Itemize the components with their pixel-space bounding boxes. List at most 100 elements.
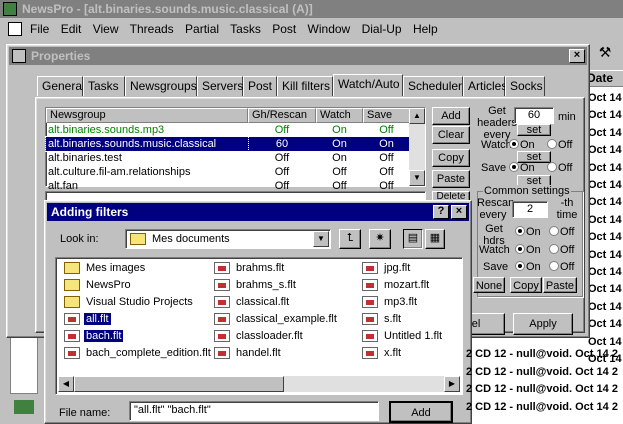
- file-item[interactable]: classical_example.flt: [214, 311, 339, 327]
- col-newsgroup[interactable]: Newsgroup: [46, 108, 248, 123]
- filename-input[interactable]: "all.flt" "bach.flt": [129, 401, 379, 421]
- article-date[interactable]: Oct 14 2: [588, 214, 623, 226]
- article-row[interactable]: 2 CD 12 - null@void. Oct 14 2: [466, 381, 618, 397]
- file-item[interactable]: mp3.flt: [362, 294, 419, 310]
- copy-button[interactable]: Copy: [432, 149, 470, 167]
- article-date[interactable]: Oct 14 2: [588, 283, 623, 295]
- new-folder-icon[interactable]: ✷: [369, 229, 391, 249]
- list-view-icon[interactable]: ▤: [403, 229, 423, 249]
- file-item[interactable]: Visual Studio Projects: [64, 294, 195, 310]
- watch-off[interactable]: Off: [547, 139, 572, 151]
- apply-button[interactable]: Apply: [513, 313, 573, 335]
- file-item[interactable]: Untitled 1.flt: [362, 328, 444, 344]
- tools-icon[interactable]: ⚒: [596, 44, 614, 62]
- csave-on-radio[interactable]: [515, 261, 525, 271]
- file-item[interactable]: brahms.flt: [214, 260, 286, 276]
- file-item[interactable]: jpg.flt: [362, 260, 412, 276]
- save-on[interactable]: On: [509, 162, 535, 174]
- article-date[interactable]: Oct 14 2: [588, 144, 623, 156]
- menu-dialup[interactable]: Dial-Up: [362, 22, 402, 36]
- scroll-up-icon[interactable]: ▲: [409, 108, 425, 124]
- hdrs-on-radio[interactable]: [515, 226, 525, 236]
- add-button[interactable]: Add: [432, 107, 470, 125]
- up-folder-icon[interactable]: ⮤: [339, 229, 361, 249]
- watch-on[interactable]: On: [509, 139, 535, 151]
- paste2-button[interactable]: Paste: [543, 277, 577, 293]
- get-headers-input[interactable]: 60: [514, 107, 554, 124]
- file-item[interactable]: mozart.flt: [362, 277, 431, 293]
- tab-tasks[interactable]: Tasks: [83, 76, 125, 96]
- cwatch-off-radio[interactable]: [549, 244, 559, 254]
- menu-edit[interactable]: Edit: [61, 22, 82, 36]
- cwatch-on[interactable]: On: [515, 244, 541, 256]
- file-item[interactable]: bach.flt: [64, 328, 125, 344]
- cwatch-off[interactable]: Off: [549, 244, 574, 256]
- hdrs-on[interactable]: On: [515, 226, 541, 238]
- save-off-radio[interactable]: [547, 162, 557, 172]
- hdrs-off[interactable]: Off: [549, 226, 574, 238]
- article-date[interactable]: Oct 14 2: [588, 92, 623, 104]
- save-on-radio[interactable]: [509, 162, 519, 172]
- help-icon[interactable]: ?: [433, 205, 449, 219]
- article-date[interactable]: Oct 14 2: [588, 266, 623, 278]
- tab-general[interactable]: General: [37, 76, 85, 96]
- tab-newsgroups[interactable]: Newsgroups: [125, 76, 197, 96]
- menu-tasks[interactable]: Tasks: [230, 22, 261, 36]
- article-date[interactable]: Oct 14 2: [588, 301, 623, 313]
- menu-file[interactable]: File: [30, 22, 49, 36]
- csave-off-radio[interactable]: [549, 261, 559, 271]
- newsgroup-row[interactable]: alt.binaries.sounds.mp3 Off On Off: [46, 123, 410, 137]
- article-date[interactable]: Oct 14 2: [588, 179, 623, 191]
- menu-threads[interactable]: Threads: [130, 22, 174, 36]
- article-date[interactable]: Oct 14 2: [588, 318, 623, 330]
- scroll-down-icon[interactable]: ▼: [409, 170, 425, 186]
- hdrs-off-radio[interactable]: [549, 226, 559, 236]
- article-date[interactable]: Oct 14 2: [588, 162, 623, 174]
- file-item[interactable]: Mes images: [64, 260, 147, 276]
- scroll-right-icon[interactable]: ▶: [444, 376, 460, 392]
- watch-on-radio[interactable]: [509, 139, 519, 149]
- file-item[interactable]: brahms_s.flt: [214, 277, 298, 293]
- copy2-button[interactable]: Copy: [510, 277, 542, 293]
- close-icon[interactable]: ×: [569, 49, 585, 63]
- csave-on[interactable]: On: [515, 261, 541, 273]
- tab-socks[interactable]: Socks: [505, 76, 545, 96]
- file-item[interactable]: NewsPro: [64, 277, 133, 293]
- file-item[interactable]: all.flt: [64, 311, 112, 327]
- file-item[interactable]: bach_complete_edition.flt: [64, 345, 213, 361]
- newsgroup-row[interactable]: alt.binaries.test Off On Off: [46, 151, 410, 165]
- menu-view[interactable]: View: [93, 22, 119, 36]
- article-row[interactable]: 2 CD 12 - null@void. Oct 14 2: [466, 399, 618, 415]
- clear-button[interactable]: Clear: [432, 126, 470, 144]
- scroll-thumb[interactable]: [74, 376, 284, 392]
- file-item[interactable]: classloader.flt: [214, 328, 305, 344]
- file-item[interactable]: s.flt: [362, 311, 403, 327]
- article-date[interactable]: Oct 14 2: [588, 109, 623, 121]
- newsgroup-scrollbar[interactable]: ▲ ▼: [409, 108, 425, 186]
- col-save[interactable]: Save: [363, 108, 410, 123]
- tab-servers[interactable]: Servers: [197, 76, 243, 96]
- article-date[interactable]: Oct 14 2: [588, 231, 623, 243]
- paste-button[interactable]: Paste: [432, 170, 470, 188]
- cwatch-on-radio[interactable]: [515, 244, 525, 254]
- dialog-close-icon[interactable]: ×: [451, 205, 467, 219]
- horizontal-scrollbar[interactable]: ◀ ▶: [58, 376, 460, 392]
- article-date[interactable]: Oct 14 2: [588, 249, 623, 261]
- article-row[interactable]: 2 CD 12 - null@void. Oct 14 2: [466, 346, 618, 362]
- tab-scheduler[interactable]: Scheduler: [403, 76, 463, 96]
- col-rescan[interactable]: Gh/Rescan: [248, 108, 316, 123]
- col-watch[interactable]: Watch: [316, 108, 363, 123]
- file-item[interactable]: classical.flt: [214, 294, 291, 310]
- newsgroup-row[interactable]: alt.culture.fil-am.relationships Off Off Of…: [46, 165, 410, 179]
- chevron-down-icon[interactable]: ▼: [313, 231, 329, 247]
- newsgroup-row[interactable]: alt.binaries.sounds.music.classical 60 On O…: [45, 136, 410, 152]
- csave-off[interactable]: Off: [549, 261, 574, 273]
- details-view-icon[interactable]: ▦: [425, 229, 445, 249]
- tab-articles[interactable]: Articles: [463, 76, 507, 96]
- file-item[interactable]: handel.flt: [214, 345, 283, 361]
- watch-off-radio[interactable]: [547, 139, 557, 149]
- menu-post[interactable]: Post: [272, 22, 296, 36]
- file-item[interactable]: x.flt: [362, 345, 403, 361]
- look-in-select[interactable]: Mes documents ▼: [125, 229, 331, 249]
- menu-partial[interactable]: Partial: [185, 22, 219, 36]
